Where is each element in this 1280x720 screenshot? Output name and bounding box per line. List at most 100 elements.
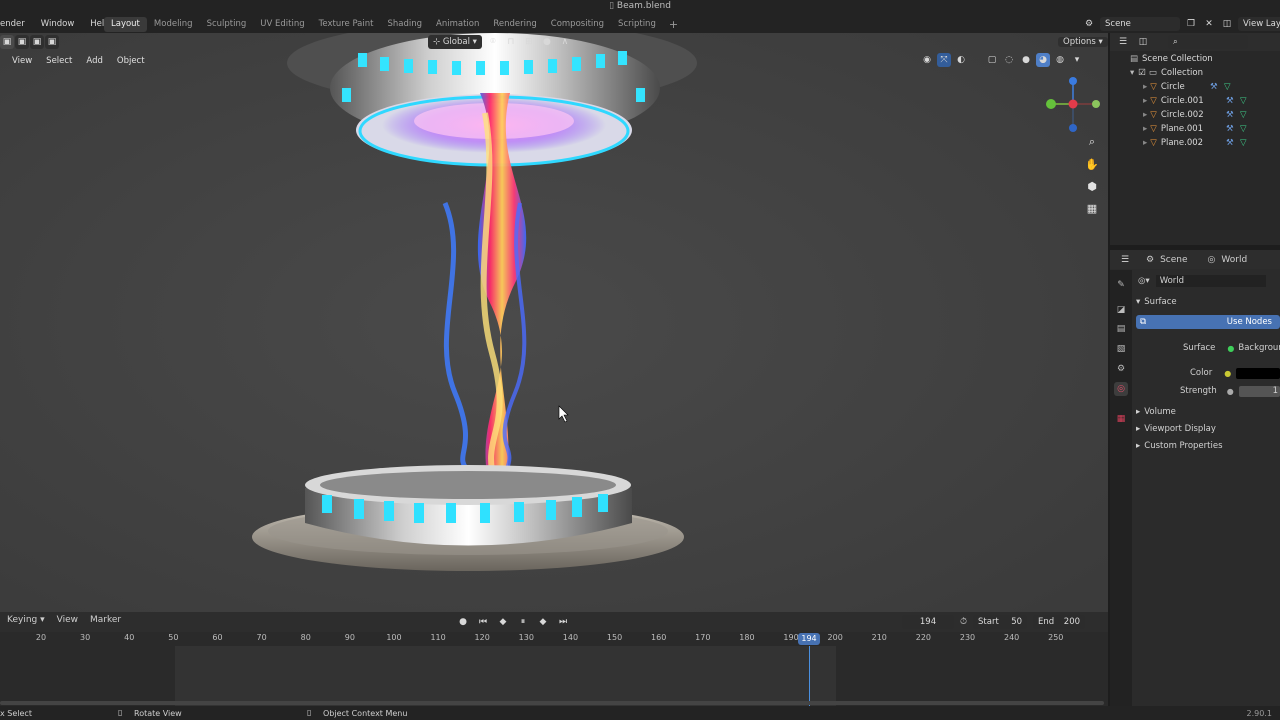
tab-rendering[interactable]: Rendering <box>486 17 543 32</box>
transform-orientation-dropdown[interactable]: ⊹ Global ▾ <box>428 35 482 49</box>
rendered-shading-icon[interactable]: ◍ <box>1053 53 1067 67</box>
outliner-row-scene-collection[interactable]: ▤ Scene Collection <box>1110 52 1280 66</box>
view-layer-tab-icon[interactable]: ▧ <box>1114 342 1128 356</box>
world-tab-icon[interactable]: ◎ <box>1114 382 1128 396</box>
wireframe-shading-icon[interactable]: ◌ <box>1002 53 1016 67</box>
menu-render[interactable]: ender <box>0 16 33 32</box>
clock-icon[interactable]: ⏱ <box>960 617 967 627</box>
tab-compositing[interactable]: Compositing <box>544 17 611 32</box>
keyframe-next-icon[interactable]: ◆ <box>536 615 550 629</box>
frame-ruler[interactable]: 20 30 40 50 60 70 80 90 100 110 120 130 140 150 160 170… <box>0 632 1108 646</box>
timeline-scrollbar[interactable] <box>0 701 1104 705</box>
scene-breadcrumb[interactable]: Scene <box>1160 255 1187 265</box>
tool-tab-icon[interactable]: ✎ <box>1114 278 1128 292</box>
texture-tab-icon[interactable]: ▦ <box>1114 412 1128 426</box>
keyframe-prev-icon[interactable]: ◆ <box>496 615 510 629</box>
surface-panel-header[interactable]: ▾ Surface <box>1132 294 1280 310</box>
menu-keying[interactable]: Keying ▾ <box>7 615 45 625</box>
grid-icon[interactable]: ▦ <box>1084 200 1100 216</box>
view-layer-field[interactable]: View Lay <box>1238 16 1280 31</box>
editor-type-icon[interactable]: ☰ <box>1118 253 1132 267</box>
volume-panel-header[interactable]: ▸ Volume <box>1132 404 1280 420</box>
tab-sculpting[interactable]: Sculpting <box>200 17 254 32</box>
menu-window[interactable]: Window <box>33 16 83 32</box>
world-name-field[interactable]: World <box>1155 275 1266 287</box>
current-frame-field[interactable]: 194 <box>902 615 954 629</box>
world-breadcrumb[interactable]: World <box>1221 255 1247 265</box>
end-frame-field[interactable]: End 200 <box>1033 615 1086 629</box>
falloff-icon[interactable]: ∧ <box>558 35 572 49</box>
menu-marker[interactable]: Marker <box>90 615 121 625</box>
tab-modeling[interactable]: Modeling <box>147 17 200 32</box>
gizmo-neg-z-axis[interactable] <box>1069 124 1077 132</box>
playhead[interactable]: 194 <box>798 633 820 645</box>
delete-scene-icon[interactable]: ✕ <box>1202 17 1216 31</box>
gizmo-z-axis[interactable] <box>1069 77 1077 85</box>
custom-properties-panel-header[interactable]: ▸ Custom Properties <box>1132 438 1280 454</box>
menu-select[interactable]: Select <box>39 56 79 66</box>
tab-uv-editing[interactable]: UV Editing <box>253 17 311 32</box>
tab-scripting[interactable]: Scripting <box>611 17 663 32</box>
editor-type-icon[interactable]: ☰ <box>1116 35 1130 49</box>
outliner-row-object[interactable]: ▸ ▽ Circle.002 ⚒ ▽ <box>1110 108 1280 122</box>
render-tab-icon[interactable]: ◪ <box>1114 303 1128 317</box>
scene-icon[interactable]: ⚙ <box>1082 17 1096 31</box>
use-nodes-button[interactable]: ⧉ Use Nodes <box>1136 315 1280 329</box>
world-datablock[interactable]: ◎▾ World <box>1132 273 1280 289</box>
material-shading-icon[interactable]: ◕ <box>1036 53 1050 67</box>
view-layer-icon[interactable]: ◫ <box>1220 17 1234 31</box>
menu-object[interactable]: Object <box>110 56 152 66</box>
zoom-icon[interactable]: ⌕ <box>1084 134 1100 150</box>
gizmo-y-axis[interactable] <box>1046 99 1056 109</box>
new-scene-icon[interactable]: ❐ <box>1184 17 1198 31</box>
outliner-row-object[interactable]: ▸ ▽ Plane.001 ⚒ ▽ <box>1110 122 1280 136</box>
tab-layout[interactable]: Layout <box>104 17 147 32</box>
overlays-icon[interactable]: ◐ <box>954 53 968 67</box>
snap-icon[interactable]: ⊓ <box>504 35 518 49</box>
surface-shader-field[interactable]: Background <box>1238 343 1280 353</box>
scene-name-field[interactable]: Scene <box>1100 16 1180 31</box>
visibility-icon[interactable]: ◉ <box>920 53 934 67</box>
gizmo-icon[interactable]: ⤧ <box>937 53 951 67</box>
jump-end-icon[interactable]: ⏭ <box>556 615 570 629</box>
color-swatch[interactable] <box>1236 367 1280 379</box>
menu-timeline-view[interactable]: View <box>57 615 78 625</box>
outliner-row-object[interactable]: ▸ ▽ Plane.002 ⚒ ▽ <box>1110 136 1280 150</box>
scene-tab-icon[interactable]: ⚙ <box>1114 362 1128 376</box>
shading-options-icon[interactable]: ▾ <box>1070 53 1084 67</box>
jump-start-icon[interactable]: ⏮ <box>476 615 490 629</box>
display-mode-icon[interactable]: ◫ <box>1136 35 1150 49</box>
gizmo-x-axis[interactable] <box>1068 99 1078 109</box>
3d-viewport[interactable]: ▣ ▣ ▣ ▣ ⊹ Global ▾ ⌾ ⊓ ⊞ ● ∧ Options ▾ V… <box>0 33 1108 612</box>
menu-add[interactable]: Add <box>79 56 109 66</box>
record-icon[interactable]: ● <box>456 615 470 629</box>
start-frame-field[interactable]: Start 50 <box>973 615 1028 629</box>
viewport-display-panel-header[interactable]: ▸ Viewport Display <box>1132 421 1280 437</box>
tab-texture-paint[interactable]: Texture Paint <box>312 17 381 32</box>
select-intersect-icon[interactable]: ▣ <box>45 35 59 49</box>
options-dropdown[interactable]: Options ▾ <box>1058 37 1108 47</box>
solid-shading-icon[interactable]: ● <box>1019 53 1033 67</box>
menu-view[interactable]: View <box>0 56 39 66</box>
tab-animation[interactable]: Animation <box>429 17 486 32</box>
select-subtract-icon[interactable]: ▣ <box>30 35 44 49</box>
output-tab-icon[interactable]: ▤ <box>1114 322 1128 336</box>
snap-target-icon[interactable]: ⊞ <box>522 35 536 49</box>
tab-shading[interactable]: Shading <box>380 17 429 32</box>
pan-hand-icon[interactable]: ✋ <box>1084 156 1100 172</box>
checkbox-icon[interactable]: ☑ <box>1138 68 1146 78</box>
proportional-edit-icon[interactable]: ● <box>540 35 554 49</box>
outliner-row-object[interactable]: ▸ ▽ Circle ⚒ ▽ <box>1110 80 1280 94</box>
xray-icon[interactable]: ▢ <box>985 53 999 67</box>
pause-icon[interactable]: ⏸ <box>516 615 530 629</box>
camera-view-icon[interactable]: ⬢ <box>1084 178 1100 194</box>
outliner-search-input[interactable]: ⌕ <box>1168 35 1248 49</box>
outliner-row-object[interactable]: ▸ ▽ Circle.001 ⚒ ▽ <box>1110 94 1280 108</box>
gizmo-neg-y-axis[interactable] <box>1092 100 1100 108</box>
pivot-icon[interactable]: ⌾ <box>486 35 500 49</box>
expand-arrow-icon[interactable]: ▾ <box>1130 68 1134 78</box>
navigation-gizmo[interactable] <box>1040 73 1102 135</box>
select-extend-icon[interactable]: ▣ <box>15 35 29 49</box>
strength-field[interactable]: 1 <box>1238 385 1280 397</box>
outliner-row-collection[interactable]: ▾ ☑ ▭ Collection <box>1110 66 1280 80</box>
